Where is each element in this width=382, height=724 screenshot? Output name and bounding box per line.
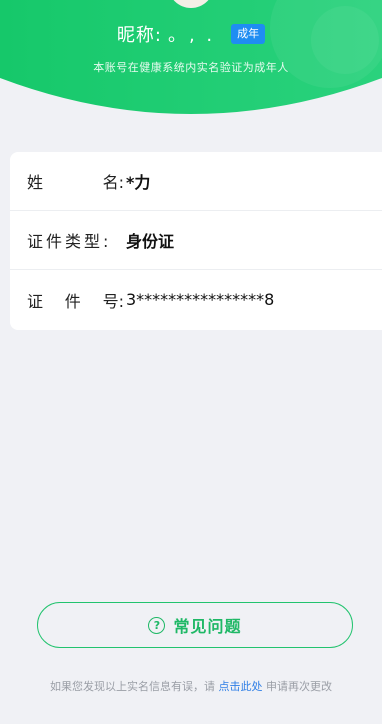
adult-badge: 成年 — [231, 24, 266, 44]
id-number-value: 3****************8 — [126, 290, 275, 309]
name-value: *力 — [126, 173, 151, 192]
name-row: 姓 名: *力 — [10, 152, 382, 211]
name-label: 姓 名: — [27, 173, 124, 192]
correction-footer: 如果您发现以上实名信息有误，请 点击此处 申请再次更改 — [0, 678, 382, 694]
id-number-label: 证 件 号: — [27, 291, 124, 311]
footer-text-before: 如果您发现以上实名信息有误，请 — [50, 680, 215, 693]
click-here-link[interactable]: 点击此处 — [219, 680, 263, 693]
identity-card: 姓 名: *力 证件类型: 身份证 证 件 号: 3**************… — [10, 152, 382, 330]
footer-text-after: 申请再次更改 — [266, 680, 332, 693]
header-banner: 昵称: 。, . 成年 本账号在健康系统内实名验证为成年人 — [0, 0, 382, 128]
nickname-row: 昵称: 。, . 成年 — [0, 22, 382, 46]
id-type-label: 证件类型: — [27, 232, 112, 251]
help-circle-icon: ? — [148, 616, 166, 634]
id-type-row: 证件类型: 身份证 — [10, 211, 382, 270]
id-number-row: 证 件 号: 3****************8 — [10, 270, 382, 329]
id-type-value: 身份证 — [126, 232, 175, 251]
nickname-label: 昵称: — [116, 25, 162, 46]
faq-button-label: 常见问题 — [173, 617, 242, 636]
faq-button[interactable]: ? 常见问题 — [37, 602, 353, 648]
verification-subtitle: 本账号在健康系统内实名验证为成年人 — [93, 61, 289, 74]
nickname-value: 。, . — [167, 25, 216, 46]
